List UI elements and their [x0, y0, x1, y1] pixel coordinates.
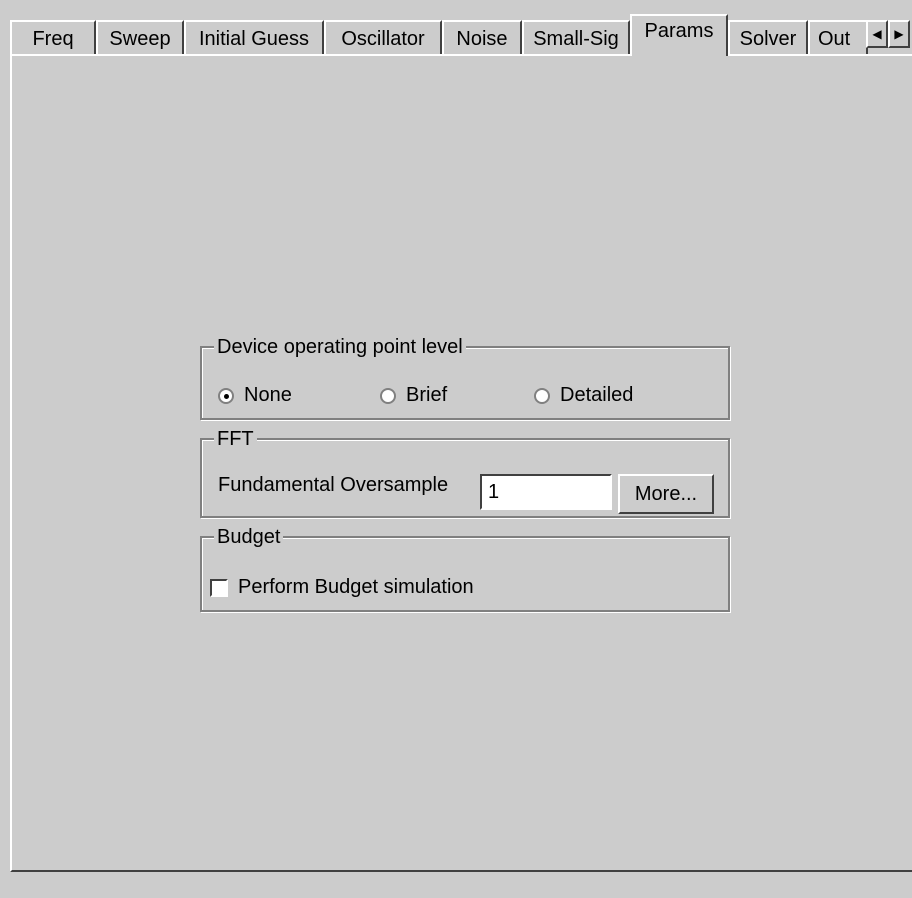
arrow-left-icon: ◀ — [872, 27, 882, 41]
tab-initial-guess[interactable]: Initial Guess — [184, 20, 324, 54]
tab-oscillator-label: Oscillator — [341, 28, 425, 50]
tab-freq-label: Freq — [32, 28, 74, 50]
radio-none-label: None — [244, 384, 292, 406]
params-tab-page: Device operating point level None Brief … — [10, 54, 912, 872]
fundamental-oversample-label: Fundamental Oversample — [218, 474, 449, 496]
radio-brief[interactable]: Brief — [380, 384, 447, 407]
radio-none-indicator[interactable] — [218, 387, 234, 404]
perform-budget-checkbox[interactable] — [210, 578, 228, 597]
tab-initial-guess-label: Initial Guess — [198, 28, 310, 50]
radio-detailed[interactable]: Detailed — [534, 384, 633, 407]
tab-noise[interactable]: Noise — [442, 20, 522, 54]
tab-output-label: Out — [818, 28, 851, 50]
tab-noise-label: Noise — [456, 28, 508, 50]
fundamental-oversample-input[interactable]: 1 — [480, 474, 612, 510]
more-button[interactable]: More... — [618, 474, 714, 514]
analysis-dialog: Freq Sweep Initial Guess Oscillator Nois… — [0, 0, 912, 898]
tab-output[interactable]: Out — [808, 20, 868, 54]
radio-detailed-label: Detailed — [560, 384, 634, 406]
tab-scroll-right-button[interactable]: ▶ — [888, 20, 910, 48]
perform-budget-label: Perform Budget simulation — [238, 576, 474, 598]
radio-detailed-indicator[interactable] — [534, 387, 550, 404]
budget-group: Budget Perform Budget simulation — [200, 525, 730, 612]
radio-none[interactable]: None — [218, 384, 292, 407]
tab-scroll-buttons: ◀ ▶ — [866, 20, 912, 50]
tab-params-label: Params — [644, 20, 714, 42]
fft-group: FFT Fundamental Oversample 1 More... — [200, 427, 730, 518]
tab-params[interactable]: Params — [630, 14, 728, 56]
arrow-right-icon: ▶ — [894, 27, 904, 41]
tab-solver[interactable]: Solver — [728, 20, 808, 54]
radio-brief-label: Brief — [406, 384, 448, 406]
perform-budget-checkbox-row[interactable]: Perform Budget simulation — [210, 576, 474, 599]
tab-scroll-left-button[interactable]: ◀ — [866, 20, 888, 48]
operating-point-group-title: Device operating point level — [214, 335, 466, 359]
budget-group-title: Budget — [214, 525, 284, 549]
tab-freq[interactable]: Freq — [10, 20, 96, 54]
tab-oscillator[interactable]: Oscillator — [324, 20, 442, 54]
tab-solver-label: Solver — [739, 28, 797, 50]
radio-brief-indicator[interactable] — [380, 387, 396, 404]
tab-small-sig[interactable]: Small-Sig — [522, 20, 630, 54]
tab-sweep-label: Sweep — [109, 28, 171, 50]
tab-small-sig-label: Small-Sig — [533, 28, 619, 50]
tab-strip: Freq Sweep Initial Guess Oscillator Nois… — [10, 12, 912, 56]
tab-sweep[interactable]: Sweep — [96, 20, 184, 54]
fft-group-title: FFT — [214, 427, 257, 451]
operating-point-group: Device operating point level None Brief … — [200, 335, 730, 420]
